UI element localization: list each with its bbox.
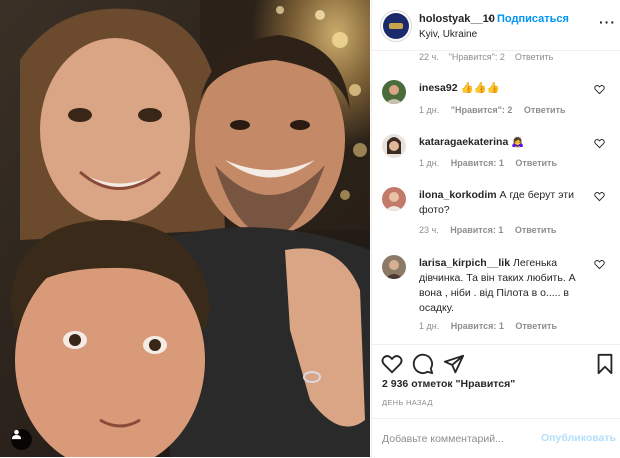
comment-meta: 1 дн. Нравится: 1 Ответить xyxy=(419,158,566,168)
commenter-avatar[interactable] xyxy=(382,187,406,211)
profile-avatar[interactable] xyxy=(380,10,412,42)
comment-time: 1 дн. xyxy=(419,321,440,331)
comment-like-heart-icon[interactable] xyxy=(594,259,605,270)
post-photo[interactable] xyxy=(0,0,370,457)
comment-meta: 1 дн. Нравится: 1 Ответить xyxy=(419,321,566,331)
instagram-post: holostyak__10 • Подписаться Kyiv, Ukrain… xyxy=(0,0,620,457)
comment-time: 22 ч. xyxy=(419,52,439,62)
comment-body: 🙇‍♀️ xyxy=(511,136,525,148)
commenter-avatar[interactable] xyxy=(382,134,406,158)
header-username[interactable]: holostyak__10 xyxy=(419,13,495,25)
comment-username[interactable]: kataragaekaterina xyxy=(419,136,508,148)
likes-count[interactable]: 2 936 отметок "Нравится" xyxy=(382,378,515,390)
comment-likes[interactable]: Нравится: 1 xyxy=(450,225,503,235)
person-icon xyxy=(11,429,22,440)
comment-text: larisa_kirpich__lik Легенька дівчинка. Т… xyxy=(419,256,589,316)
comment-meta: 23 ч. Нравится: 1 Ответить xyxy=(419,225,565,235)
follow-button[interactable]: Подписаться xyxy=(497,13,569,25)
comment-likes[interactable]: "Нравится": 2 xyxy=(451,105,513,115)
reply-button[interactable]: Ответить xyxy=(515,321,557,331)
comment-username[interactable]: larisa_kirpich__lik xyxy=(419,257,510,269)
post-date[interactable]: ДЕНЬ НАЗАД xyxy=(382,398,433,407)
commenter-avatar[interactable] xyxy=(382,80,406,104)
more-options-icon[interactable]: ··· xyxy=(599,14,616,30)
tagged-users-button[interactable] xyxy=(11,429,32,450)
comment-username[interactable]: inesa92 xyxy=(419,82,458,94)
comment-bubble-icon[interactable] xyxy=(412,353,434,375)
comment-text: ilona_korkodim А где берут эти фото? xyxy=(419,188,589,218)
publish-button[interactable]: Опубликовать xyxy=(541,432,616,444)
bookmark-icon[interactable] xyxy=(594,353,616,375)
comment-text: kataragaekaterina 🙇‍♀️ xyxy=(419,135,589,150)
selfie-photo-illustration xyxy=(0,0,370,457)
commenter-avatar[interactable] xyxy=(382,255,406,279)
add-comment-bar: Опубликовать xyxy=(372,418,620,458)
comment-meta: 1 дн. "Нравится": 2 Ответить xyxy=(419,105,575,115)
reply-button[interactable]: Ответить xyxy=(515,225,557,235)
comment-likes[interactable]: Нравится: 1 xyxy=(451,321,504,331)
reply-button[interactable]: Ответить xyxy=(515,158,557,168)
comment-input[interactable] xyxy=(380,429,539,449)
comment-time: 23 ч. xyxy=(419,225,439,235)
comment-like-heart-icon[interactable] xyxy=(594,138,605,149)
previous-comment-meta: 22 ч. "Нравится": 2 Ответить xyxy=(419,52,553,62)
paper-plane-icon[interactable] xyxy=(443,353,465,375)
comment-text: inesa92 👍👍👍 xyxy=(419,81,589,96)
comment-likes[interactable]: "Нравится": 2 xyxy=(449,52,505,62)
header-separator: • xyxy=(488,13,492,25)
comment-username[interactable]: ilona_korkodim xyxy=(419,189,497,201)
comment-like-heart-icon[interactable] xyxy=(594,84,605,95)
reply-button[interactable]: Ответить xyxy=(515,52,553,62)
comment-likes[interactable]: Нравится: 1 xyxy=(451,158,504,168)
comments-list[interactable]: 22 ч. "Нравится": 2 Ответить inesa92 👍👍👍… xyxy=(372,50,620,344)
reply-button[interactable]: Ответить xyxy=(524,105,566,115)
post-header: holostyak__10 • Подписаться Kyiv, Ukrain… xyxy=(372,0,620,51)
comment-like-heart-icon[interactable] xyxy=(594,191,605,202)
post-sidebar: holostyak__10 • Подписаться Kyiv, Ukrain… xyxy=(371,0,620,457)
comment-time: 1 дн. xyxy=(419,158,440,168)
comment-time: 1 дн. xyxy=(419,105,440,115)
location-link[interactable]: Kyiv, Ukraine xyxy=(419,29,477,40)
comment-body: 👍👍👍 xyxy=(460,82,500,94)
avatar-logo xyxy=(383,13,409,39)
heart-icon[interactable] xyxy=(381,353,403,375)
